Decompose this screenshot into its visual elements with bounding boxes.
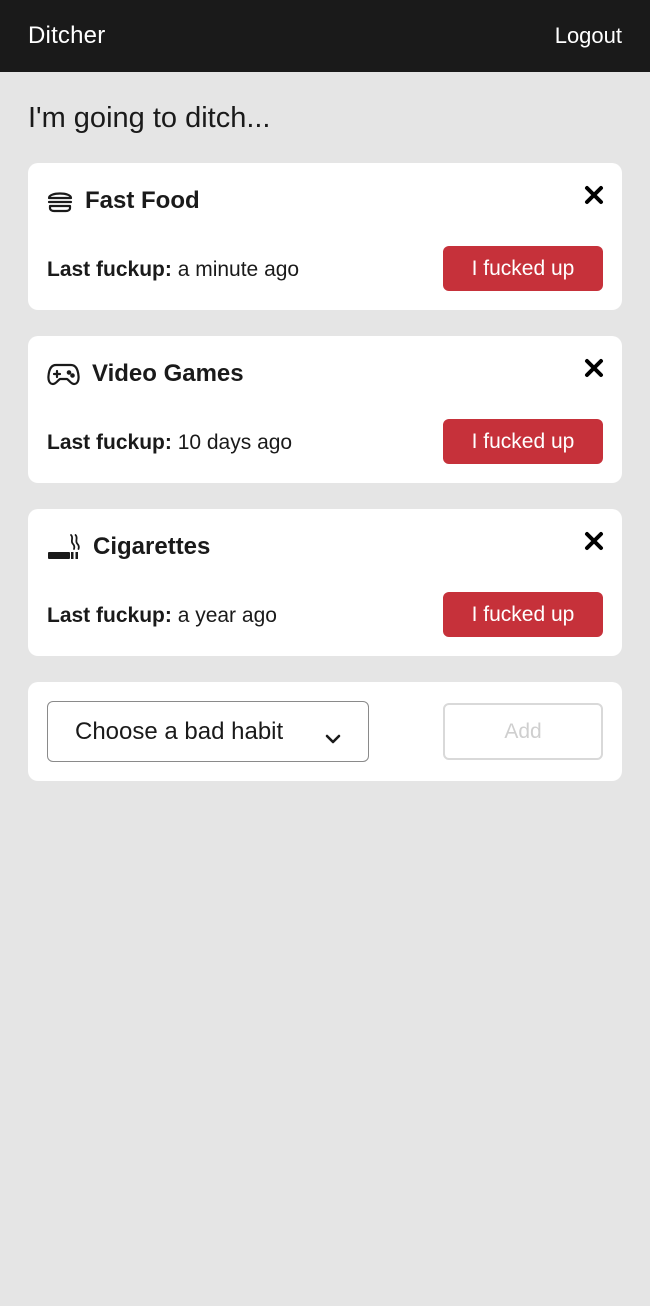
last-fuckup-row: Last fuckup: 10 days ago [47,431,292,455]
last-fuckup-row: Last fuckup: a minute ago [47,258,299,282]
page-title: I'm going to ditch... [28,102,271,134]
brand-title[interactable]: Ditcher [28,22,105,50]
fucked-up-button[interactable]: I fucked up [443,246,603,291]
close-icon[interactable] [584,358,604,383]
habit-name: Video Games [92,360,244,387]
fucked-up-button[interactable]: I fucked up [443,419,603,464]
habit-card-fast-food: Fast Food Last fuckup: a minute ago I fu… [28,163,622,310]
smoking-icon [47,533,81,561]
burger-icon [47,189,73,213]
select-value: Choose a bad habit [75,717,284,745]
last-fuckup-row: Last fuckup: a year ago [47,604,277,628]
bad-habit-select[interactable]: Choose a bad habit [47,701,369,762]
main-content: I'm going to ditch... Fast Food Last fuc… [0,102,650,781]
last-fuckup-label: Last fuckup: [47,431,178,454]
last-fuckup-value: 10 days ago [177,431,293,454]
habit-title: Cigarettes [47,533,210,561]
habit-title: Video Games [47,360,244,388]
last-fuckup-value: a year ago [177,604,277,627]
fucked-up-button[interactable]: I fucked up [443,592,603,637]
chevron-down-icon [324,724,342,752]
last-fuckup-label: Last fuckup: [47,258,178,281]
habit-card-video-games: Video Games Last fuckup: 10 days ago I f… [28,336,622,483]
add-button[interactable]: Add [443,703,603,760]
add-habit-form: Choose a bad habit Add [28,682,622,781]
close-icon[interactable] [584,185,604,210]
navbar: Ditcher Logout [0,0,650,72]
logout-link[interactable]: Logout [555,23,622,49]
gamepad-icon [47,362,80,386]
last-fuckup-label: Last fuckup: [47,604,178,627]
close-icon[interactable] [584,531,604,556]
habit-name: Fast Food [85,187,200,214]
habit-title: Fast Food [47,187,200,215]
habit-name: Cigarettes [93,533,211,560]
last-fuckup-value: a minute ago [177,258,300,281]
habit-card-cigarettes: Cigarettes Last fuckup: a year ago I fuc… [28,509,622,656]
